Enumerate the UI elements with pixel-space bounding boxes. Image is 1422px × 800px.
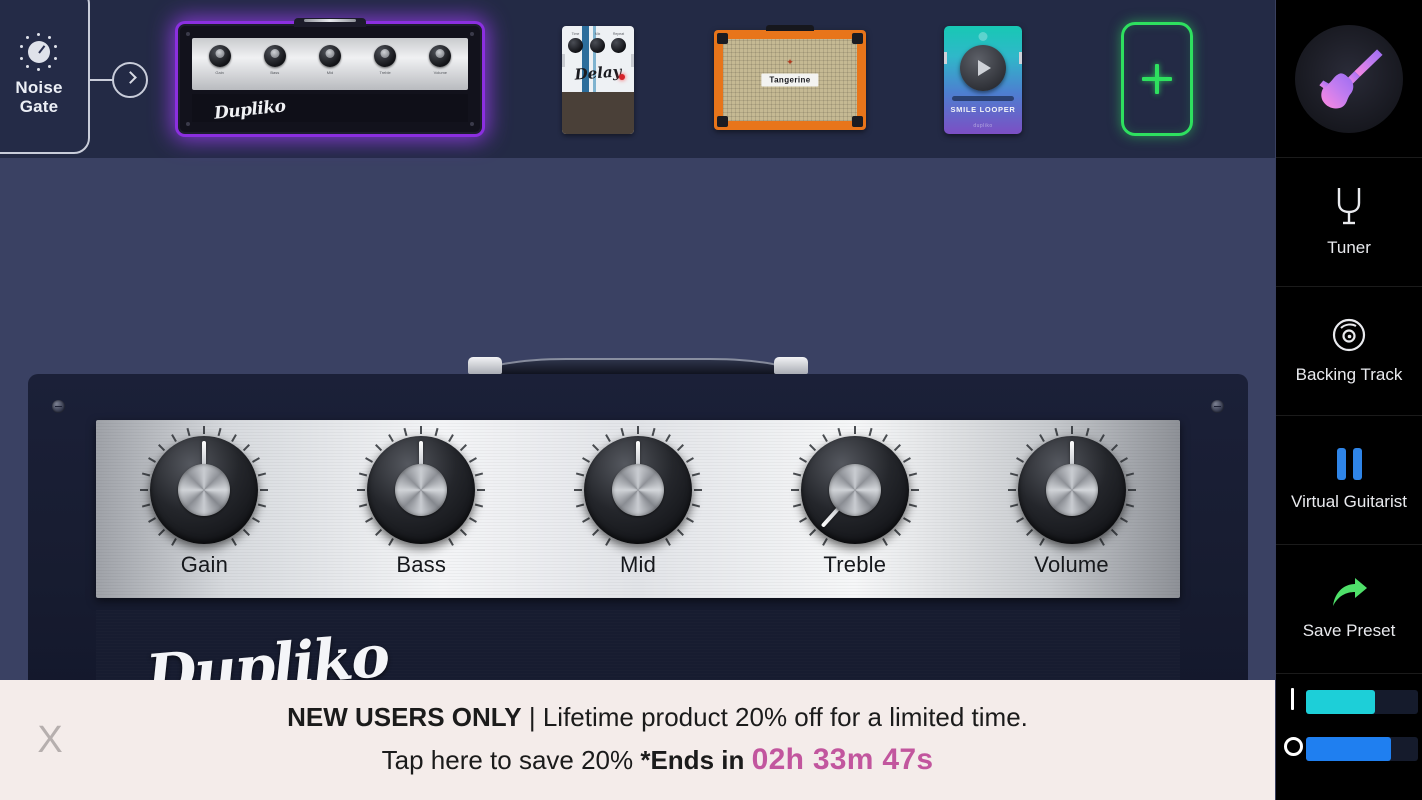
delay-knob-repeat: Repeat: [611, 32, 626, 53]
signal-chain-bar: Noise Gate Gain Bass Mid Treble Volume D…: [0, 0, 1275, 158]
banner-cta-text[interactable]: Tap here to save 20%: [382, 745, 641, 775]
knob-control-mid[interactable]: Mid: [553, 426, 723, 578]
banner-headline-separator: |: [521, 702, 543, 732]
amp-thumb-knob-bass: Bass: [263, 45, 286, 75]
noise-gate-label: Noise Gate: [15, 78, 62, 116]
looper-pedal-brand: dupliko: [973, 123, 993, 129]
right-sidebar: Tuner Backing Track Virtual Guitarist Sa…: [1275, 0, 1422, 800]
banner-headline-strong: NEW USERS ONLY: [287, 702, 522, 732]
chain-item-amp-head[interactable]: Gain Bass Mid Treble Volume Dupliko: [178, 18, 482, 134]
disc-icon: [1332, 318, 1366, 352]
amp-thumb-knob-treble: Treble: [374, 45, 397, 75]
cabinet-handle-icon: [766, 25, 814, 31]
chain-item-noise-gate[interactable]: Noise Gate: [0, 0, 90, 154]
sidebar-item-virtual-guitarist[interactable]: Virtual Guitarist: [1276, 416, 1422, 545]
app-root: Noise Gate Gain Bass Mid Treble Volume D…: [0, 0, 1422, 800]
knob-gain[interactable]: [140, 426, 269, 546]
output-slider-fill: [1306, 737, 1392, 761]
banner-close-button[interactable]: X: [0, 721, 100, 759]
preset-disc: [1295, 24, 1403, 133]
amp-thumb-knob-volume: Volume: [429, 45, 452, 75]
chain-item-looper-pedal[interactable]: SMILE LOOPER dupliko: [944, 26, 1022, 134]
output-level-slider[interactable]: [1276, 737, 1422, 761]
amp-thumb-handle-icon: [294, 18, 366, 27]
amp-thumb-control-panel: Gain Bass Mid Treble Volume: [192, 38, 468, 90]
output-slider-track[interactable]: [1306, 737, 1418, 761]
plus-icon: [1142, 64, 1172, 94]
delay-knob-time: Time: [568, 32, 583, 53]
cabinet-nameplate: Tangerine: [761, 73, 819, 87]
looper-pedal-name: SMILE LOOPER: [950, 105, 1016, 114]
sidebar-label-backing-track: Backing Track: [1295, 365, 1403, 384]
amp-thumb-knob-mid: Mid: [318, 45, 341, 75]
sidebar-item-backing-track[interactable]: Backing Track: [1276, 287, 1422, 416]
promo-banner[interactable]: X NEW USERS ONLY | Lifetime product 20% …: [0, 680, 1275, 800]
noise-gate-label-line2: Gate: [19, 97, 59, 116]
knob-volume[interactable]: [1007, 426, 1136, 546]
amp-knob-row: Gain Bass Mid Treble Volume: [96, 426, 1180, 578]
delay-led-icon: [619, 74, 625, 80]
amp-control-panel: Gain Bass Mid Treble Volume: [96, 420, 1180, 598]
looper-progress-bar: [952, 96, 1014, 101]
delay-jack-left-icon: [562, 54, 565, 67]
knob-mid[interactable]: [573, 426, 702, 546]
banner-message: NEW USERS ONLY | Lifetime product 20% of…: [100, 698, 1275, 782]
sidebar-label-virtual-guitarist: Virtual Guitarist: [1291, 492, 1407, 511]
input-level-slider[interactable]: [1276, 688, 1422, 715]
tuning-fork-icon: [1337, 188, 1361, 225]
knob-label-gain: Gain: [180, 552, 229, 577]
pause-icon: [1336, 448, 1362, 480]
sidebar-label-tuner: Tuner: [1327, 238, 1371, 257]
share-arrow-icon: [1333, 578, 1367, 606]
sidebar-label-save-preset: Save Preset: [1302, 621, 1396, 640]
level-sliders: [1276, 674, 1422, 800]
banner-headline: NEW USERS ONLY | Lifetime product 20% of…: [100, 698, 1215, 737]
output-marker-icon: [1284, 737, 1303, 761]
input-slider-track[interactable]: [1306, 689, 1418, 714]
chain-item-cabinet[interactable]: ✦ Tangerine: [714, 25, 866, 130]
preset-avatar-button[interactable]: [1276, 0, 1422, 158]
looper-jack-left-icon: [944, 52, 947, 64]
amp-thumb-logo-strip: Dupliko: [192, 94, 468, 124]
knob-label-mid: Mid: [619, 552, 657, 577]
chain-item-delay-pedal[interactable]: Time Mix Repeat Delay: [562, 26, 634, 134]
chain-connector-arrow-icon: [88, 62, 150, 98]
add-effect-button[interactable]: [1121, 22, 1193, 136]
knob-bass[interactable]: [357, 426, 486, 546]
knob-control-gain[interactable]: Gain: [119, 426, 289, 578]
amp-thumb-knob-gain: Gain: [208, 45, 231, 75]
delay-footswitch-plate: [562, 92, 634, 134]
amp-screw: [1211, 400, 1224, 413]
input-marker-icon: [1284, 688, 1300, 715]
looper-led-icon: [978, 32, 988, 41]
delay-knob-mix: Mix: [590, 32, 605, 53]
input-slider-fill: [1306, 689, 1376, 714]
amp-screw: [52, 400, 65, 413]
sidebar-item-save-preset[interactable]: Save Preset: [1276, 545, 1422, 674]
knob-label-volume: Volume: [1034, 552, 1109, 577]
sidebar-item-tuner[interactable]: Tuner: [1276, 158, 1422, 287]
banner-ends-label: *Ends in: [640, 745, 752, 775]
amp-carry-handle-icon: [428, 348, 848, 374]
knob-label-bass: Bass: [396, 552, 447, 577]
knob-treble[interactable]: [790, 426, 919, 546]
cabinet-mark-icon: ✦: [786, 58, 794, 68]
knob-control-volume[interactable]: Volume: [987, 426, 1157, 578]
looper-jack-right-icon: [1019, 52, 1022, 64]
banner-headline-rest: Lifetime product 20% off for a limited t…: [542, 702, 1028, 732]
delay-pedal-name: Delay: [574, 62, 622, 84]
banner-countdown-timer: 02h 33m 47s: [751, 743, 934, 776]
knob-control-bass[interactable]: Bass: [336, 426, 506, 578]
knob-control-treble[interactable]: Treble: [770, 426, 940, 578]
noise-gate-icon: [19, 32, 59, 72]
guitar-icon: [1319, 48, 1383, 108]
banner-cta-line: Tap here to save 20% *Ends in 02h 33m 47…: [100, 737, 1215, 782]
noise-gate-label-line1: Noise: [15, 77, 63, 97]
looper-play-button-icon: [960, 45, 1006, 91]
amp-thumb-brand-logo: Dupliko: [213, 96, 287, 124]
